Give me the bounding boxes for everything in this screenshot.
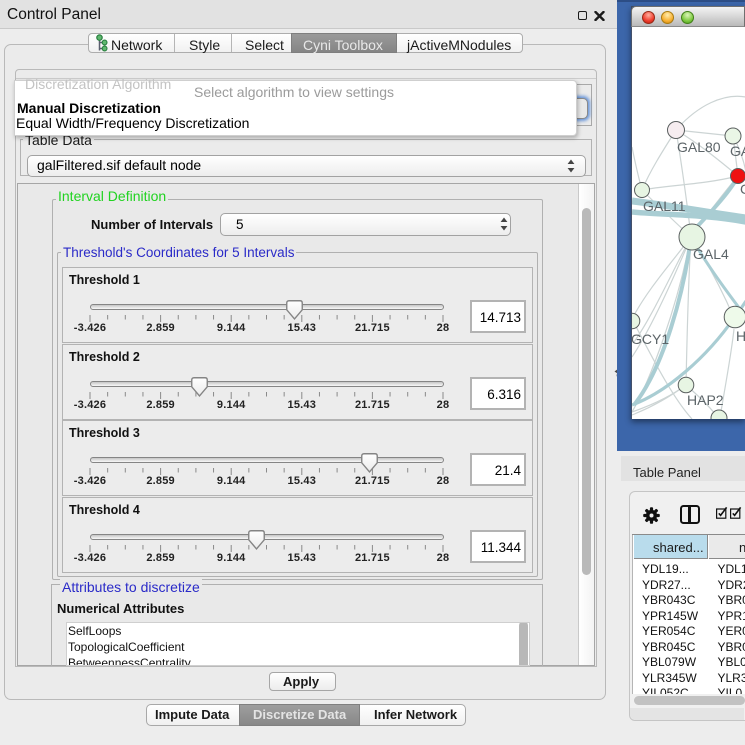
svg-text:C: C — [740, 181, 745, 197]
svg-text:H: H — [736, 328, 745, 344]
svg-text:GA: GA — [730, 143, 745, 159]
svg-text:HAP2: HAP2 — [687, 392, 724, 408]
svg-text:GAL11: GAL11 — [643, 198, 686, 214]
svg-text:GCY1: GCY1 — [632, 331, 669, 347]
svg-text:GAL80: GAL80 — [677, 139, 721, 155]
svg-text:GAL4: GAL4 — [693, 246, 729, 262]
